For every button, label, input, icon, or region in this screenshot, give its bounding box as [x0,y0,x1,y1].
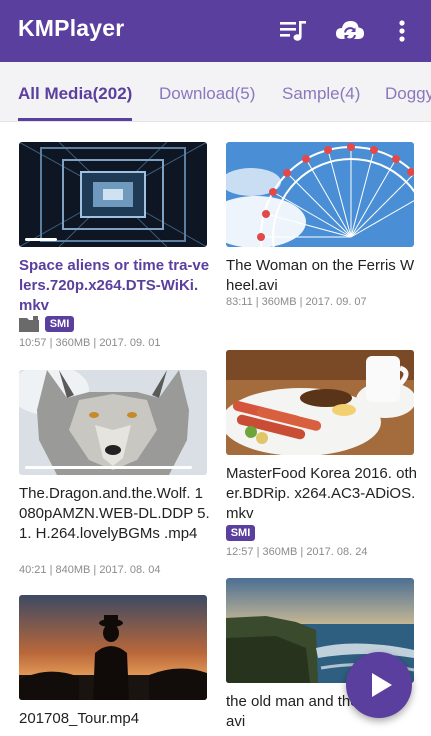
video-meta: 10:57 | 360MB | 2017. 09. 01 [19,337,161,349]
playback-progress [25,238,57,241]
video-meta: 12:57 | 360MB | 2017. 08. 24 [226,546,368,558]
play-fab-button[interactable] [346,652,412,718]
tab-doggy[interactable]: Doggy [385,84,431,104]
video-thumbnail[interactable] [19,142,207,247]
video-meta: 83:11 | 360MB | 2017. 09. 07 [226,296,367,308]
video-title[interactable]: Space aliens or time tra-velers.720p.x26… [19,256,211,316]
cloud-sync-icon[interactable] [333,14,367,48]
subtitle-badge: SMI [45,316,74,332]
video-meta: 40:21 | 840MB | 2017. 08. 04 [19,564,161,576]
play-icon [372,673,392,697]
active-tab-indicator [18,118,132,121]
app-bar: KMPlayer [0,0,431,62]
video-title[interactable]: The Woman on the Ferris Wheel.avi [226,256,418,296]
video-title[interactable]: 201708_Tour.mp4 [19,709,211,729]
more-vert-icon[interactable] [385,14,419,48]
playlist-icon[interactable] [277,14,311,48]
tab-all-media[interactable]: All Media(202) [18,84,132,104]
video-title[interactable]: MasterFood Korea 2016. other.BDRip. x264… [226,464,418,524]
tab-download[interactable]: Download(5) [159,84,255,104]
video-title[interactable]: The.Dragon.and.the.Wolf. 1080pAMZN.WEB-D… [19,484,211,544]
playback-progress [25,466,193,469]
video-thumbnail[interactable] [19,595,207,700]
folder-icon [19,316,41,332]
video-thumbnail[interactable] [19,370,207,475]
subtitle-badge: SMI [226,525,255,541]
video-thumbnail[interactable] [226,142,414,247]
tab-sample[interactable]: Sample(4) [282,84,360,104]
tab-bar: All Media(202) Download(5) Sample(4) Dog… [0,62,431,122]
app-title: KMPlayer [18,15,125,41]
video-thumbnail[interactable] [226,350,414,455]
